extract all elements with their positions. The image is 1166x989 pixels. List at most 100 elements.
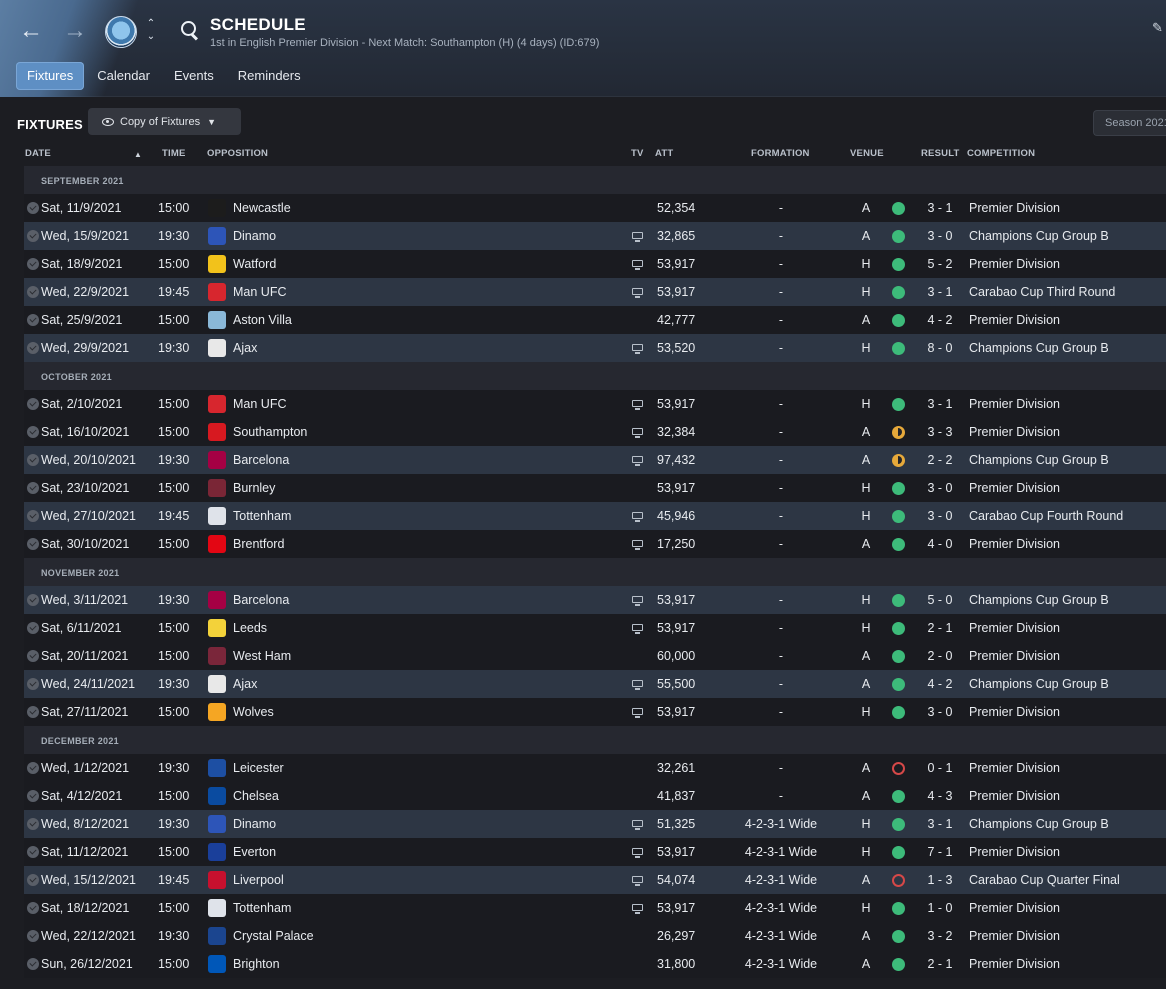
team-crest-icon[interactable] [208, 675, 226, 693]
fixture-competition[interactable]: Premier Division [969, 474, 1060, 502]
fixture-result[interactable]: 5 - 0 [920, 586, 960, 614]
fixture-opposition[interactable]: Wolves [233, 698, 274, 726]
fixture-opposition[interactable]: Newcastle [233, 194, 291, 222]
search-icon[interactable] [180, 20, 200, 40]
fixture-row[interactable]: Wed, 8/12/2021 19:30 Dinamo 51,325 4-2-3-1 W… [24, 810, 1166, 838]
team-crest-icon[interactable] [208, 339, 226, 357]
fixture-row[interactable]: Sat, 27/11/2021 15:00 Wolves 53,917 - H 3 - 0 P… [24, 698, 1166, 726]
fixture-result[interactable]: 3 - 3 [920, 418, 960, 446]
fixture-result[interactable]: 2 - 1 [920, 614, 960, 642]
team-crest-icon[interactable] [208, 759, 226, 777]
fixture-row[interactable]: Sun, 26/12/2021 15:00 Brighton 31,800 4-2-3-… [24, 950, 1166, 978]
fixture-result[interactable]: 8 - 0 [920, 334, 960, 362]
fixture-result[interactable]: 3 - 1 [920, 810, 960, 838]
team-crest-icon[interactable] [208, 507, 226, 525]
team-crest-icon[interactable] [208, 255, 226, 273]
fixture-opposition[interactable]: Watford [233, 250, 276, 278]
fixture-result[interactable]: 2 - 1 [920, 950, 960, 978]
fixture-result[interactable]: 4 - 2 [920, 670, 960, 698]
fixture-row[interactable]: Wed, 15/9/2021 19:30 Dinamo 32,865 - A 3 - 0 Ch… [24, 222, 1166, 250]
fixture-result[interactable]: 1 - 3 [920, 866, 960, 894]
team-crest-icon[interactable] [208, 311, 226, 329]
column-header-tv[interactable]: TV [631, 148, 644, 159]
fixture-competition[interactable]: Premier Division [969, 418, 1060, 446]
fixture-opposition[interactable]: Dinamo [233, 222, 276, 250]
fixture-opposition[interactable]: Aston Villa [233, 306, 292, 334]
team-crest-icon[interactable] [208, 395, 226, 413]
team-crest-icon[interactable] [208, 227, 226, 245]
fixture-result[interactable]: 3 - 1 [920, 278, 960, 306]
fixture-row[interactable]: Wed, 27/10/2021 19:45 Tottenham 45,946 - H 3 -… [24, 502, 1166, 530]
fixture-row[interactable]: Sat, 6/11/2021 15:00 Leeds 53,917 - H 2 - 1 Pre… [24, 614, 1166, 642]
fixture-opposition[interactable]: Everton [233, 838, 276, 866]
fixture-competition[interactable]: Champions Cup Group B [969, 810, 1109, 838]
fixture-row[interactable]: Sat, 16/10/2021 15:00 Southampton 32,384 - A 3… [24, 418, 1166, 446]
column-header-opposition[interactable]: OPPOSITION [207, 148, 268, 159]
fixture-row[interactable]: Wed, 24/11/2021 19:30 Ajax 55,500 - A 4 - 2 Cha… [24, 670, 1166, 698]
tab-events[interactable]: Events [163, 62, 225, 90]
chevron-down-icon[interactable]: ⌄ [145, 31, 157, 43]
team-crest-icon[interactable] [208, 647, 226, 665]
team-crest-icon[interactable] [208, 899, 226, 917]
fixture-competition[interactable]: Champions Cup Group B [969, 446, 1109, 474]
fixture-opposition[interactable]: Liverpool [233, 866, 284, 894]
fixture-result[interactable]: 2 - 0 [920, 642, 960, 670]
team-crest-icon[interactable] [208, 199, 226, 217]
fixture-opposition[interactable]: Ajax [233, 334, 257, 362]
fixture-opposition[interactable]: Man UFC [233, 278, 286, 306]
forward-arrow-icon[interactable]: → [61, 18, 89, 46]
team-crest-icon[interactable] [208, 283, 226, 301]
fixture-opposition[interactable]: Crystal Palace [233, 922, 314, 950]
fixture-result[interactable]: 3 - 0 [920, 222, 960, 250]
view-selector-button[interactable]: Copy of Fixtures ▼ [88, 108, 241, 135]
fixture-row[interactable]: Wed, 22/9/2021 19:45 Man UFC 53,917 - H 3 - 1 C… [24, 278, 1166, 306]
fixture-row[interactable]: Sat, 23/10/2021 15:00 Burnley 53,917 - H 3 - 0… [24, 474, 1166, 502]
fixture-competition[interactable]: Premier Division [969, 250, 1060, 278]
fixture-opposition[interactable]: Brighton [233, 950, 280, 978]
fixture-opposition[interactable]: Barcelona [233, 586, 289, 614]
tab-fixtures[interactable]: Fixtures [16, 62, 85, 90]
fixture-competition[interactable]: Carabao Cup Quarter Final [969, 866, 1120, 894]
column-header-venue[interactable]: VENUE [850, 148, 884, 159]
fixture-result[interactable]: 3 - 0 [920, 502, 960, 530]
fixture-opposition[interactable]: Leicester [233, 754, 284, 782]
team-crest-icon[interactable] [208, 591, 226, 609]
fixture-row[interactable]: Wed, 29/9/2021 19:30 Ajax 53,520 - H 8 - 0 Cham… [24, 334, 1166, 362]
fixture-row[interactable]: Sat, 20/11/2021 15:00 West Ham 60,000 - A 2 - … [24, 642, 1166, 670]
fixture-result[interactable]: 2 - 2 [920, 446, 960, 474]
team-crest-icon[interactable] [208, 535, 226, 553]
fixture-result[interactable]: 1 - 0 [920, 894, 960, 922]
tab-reminders[interactable]: Reminders [227, 62, 312, 90]
fixture-result[interactable]: 3 - 1 [920, 390, 960, 418]
fixture-competition[interactable]: Premier Division [969, 642, 1060, 670]
fixture-opposition[interactable]: Tottenham [233, 502, 291, 530]
fixture-result[interactable]: 7 - 1 [920, 838, 960, 866]
fixture-competition[interactable]: Champions Cup Group B [969, 222, 1109, 250]
team-crest-icon[interactable] [208, 479, 226, 497]
fixture-competition[interactable]: Premier Division [969, 390, 1060, 418]
fixture-competition[interactable]: Premier Division [969, 782, 1060, 810]
column-header-time[interactable]: TIME [162, 148, 186, 159]
column-header-result[interactable]: RESULT [921, 148, 960, 159]
fixture-competition[interactable]: Premier Division [969, 754, 1060, 782]
fixture-opposition[interactable]: Tottenham [233, 894, 291, 922]
fixture-row[interactable]: Wed, 20/10/2021 19:30 Barcelona 97,432 - A 2 -… [24, 446, 1166, 474]
fixture-opposition[interactable]: Chelsea [233, 782, 279, 810]
team-crest-icon[interactable] [208, 871, 226, 889]
fixture-competition[interactable]: Champions Cup Group B [969, 586, 1109, 614]
fixture-row[interactable]: Sat, 2/10/2021 15:00 Man UFC 53,917 - H 3 - 1 P… [24, 390, 1166, 418]
team-crest-icon[interactable] [208, 955, 226, 973]
fixture-row[interactable]: Wed, 22/12/2021 19:30 Crystal Palace 26,297… [24, 922, 1166, 950]
fixture-row[interactable]: Wed, 15/12/2021 19:45 Liverpool 54,074 4-2-3… [24, 866, 1166, 894]
fixture-row[interactable]: Sat, 25/9/2021 15:00 Aston Villa 42,777 - A 4 … [24, 306, 1166, 334]
fixture-competition[interactable]: Premier Division [969, 194, 1060, 222]
fixture-result[interactable]: 4 - 3 [920, 782, 960, 810]
chevron-up-icon[interactable]: ⌃ [145, 18, 157, 30]
fixture-opposition[interactable]: Man UFC [233, 390, 286, 418]
fixture-row[interactable]: Wed, 3/11/2021 19:30 Barcelona 53,917 - H 5 - … [24, 586, 1166, 614]
team-crest-icon[interactable] [208, 451, 226, 469]
fixture-competition[interactable]: Premier Division [969, 922, 1060, 950]
fixture-competition[interactable]: Premier Division [969, 530, 1060, 558]
fixture-competition[interactable]: Premier Division [969, 614, 1060, 642]
fixture-opposition[interactable]: Barcelona [233, 446, 289, 474]
